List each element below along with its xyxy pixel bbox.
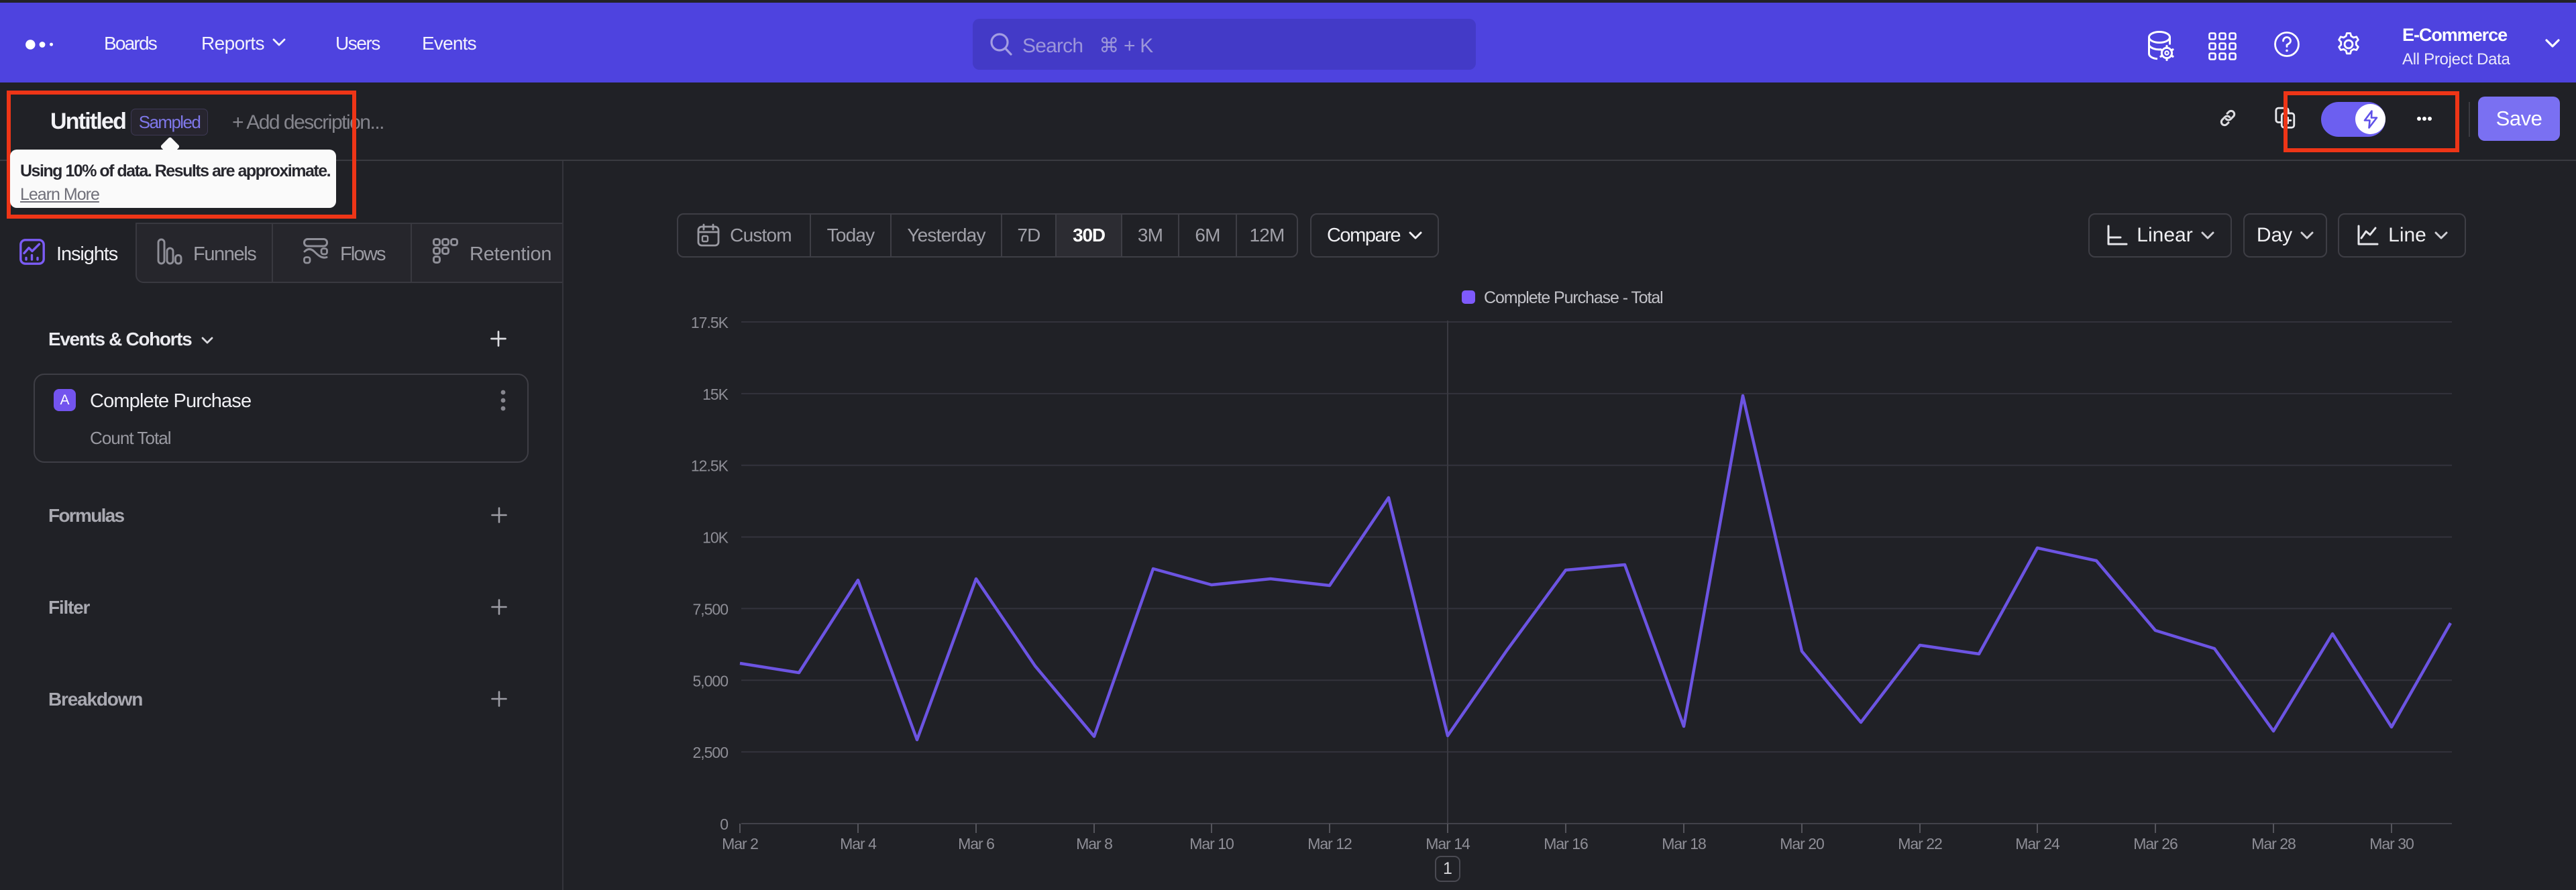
svg-text:Mar 4: Mar 4 [840, 835, 877, 852]
svg-text:5,000: 5,000 [692, 672, 728, 689]
svg-text:Mar 14: Mar 14 [1426, 835, 1470, 852]
svg-text:7,500: 7,500 [692, 600, 728, 618]
svg-text:Mar 16: Mar 16 [1544, 835, 1588, 852]
svg-text:Mar 22: Mar 22 [1898, 835, 1942, 852]
svg-text:12.5K: 12.5K [691, 457, 729, 475]
svg-text:15K: 15K [702, 386, 729, 403]
svg-text:Mar 12: Mar 12 [1307, 835, 1352, 852]
svg-text:Mar 6: Mar 6 [958, 835, 994, 852]
svg-text:Mar 2: Mar 2 [722, 835, 758, 852]
svg-text:Mar 26: Mar 26 [2133, 835, 2178, 852]
svg-text:Mar 24: Mar 24 [2015, 835, 2060, 852]
svg-text:17.5K: 17.5K [691, 314, 729, 331]
svg-text:Mar 8: Mar 8 [1076, 835, 1112, 852]
svg-text:Mar 18: Mar 18 [1662, 835, 1706, 852]
svg-text:0: 0 [720, 816, 728, 833]
svg-text:Mar 10: Mar 10 [1189, 835, 1234, 852]
svg-text:10K: 10K [702, 529, 729, 547]
svg-text:Mar 20: Mar 20 [1780, 835, 1824, 852]
svg-text:2,500: 2,500 [692, 744, 728, 761]
svg-text:Mar 30: Mar 30 [2369, 835, 2414, 852]
svg-text:Mar 28: Mar 28 [2251, 835, 2296, 852]
